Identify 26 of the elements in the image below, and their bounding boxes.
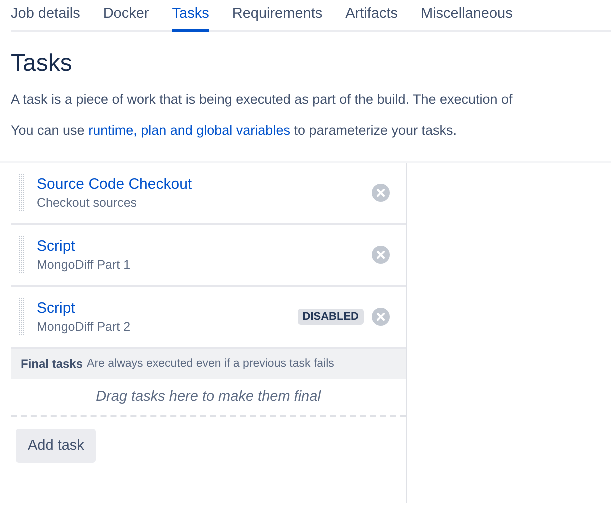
task-description: MongoDiff Part 2: [37, 320, 132, 334]
variables-note: You can use runtime, plan and global variables to parameterize your tasks.: [11, 122, 458, 140]
tab[interactable]: Miscellaneous: [420, 6, 513, 32]
task-description: Checkout sources: [37, 196, 138, 210]
remove-icon[interactable]: [372, 246, 390, 264]
task-row[interactable]: Script MongoDiff Part 1: [11, 225, 406, 287]
add-task-button[interactable]: Add task: [16, 429, 96, 463]
task-row[interactable]: Source Code Checkout Checkout sources: [11, 163, 406, 225]
final-tasks-hint: Are always executed even if a previous task fails: [87, 358, 334, 370]
tab[interactable]: Docker: [103, 6, 150, 32]
page-title: Tasks: [11, 49, 74, 79]
task-name-link[interactable]: Script: [37, 238, 360, 255]
task-description: MongoDiff Part 1: [37, 258, 132, 272]
task-name-link[interactable]: Source Code Checkout: [37, 176, 360, 193]
remove-icon[interactable]: [372, 308, 390, 326]
tab[interactable]: Artifacts: [346, 6, 398, 32]
remove-icon[interactable]: [372, 184, 390, 202]
tab[interactable]: Requirements: [232, 6, 323, 32]
description-text: A task is a piece of work that is being executed as part of the build. The execution of: [11, 91, 514, 109]
status-lozenge: DISABLED: [298, 309, 364, 325]
task-name-link[interactable]: Script: [37, 300, 286, 317]
tab[interactable]: Tasks: [172, 6, 210, 32]
variables-link[interactable]: runtime, plan and global variables: [88, 123, 290, 138]
final-tasks-label: Final tasks: [21, 357, 84, 371]
tab[interactable]: Job details: [11, 6, 80, 32]
drop-zone-text: Drag tasks here to make them final: [96, 389, 321, 405]
